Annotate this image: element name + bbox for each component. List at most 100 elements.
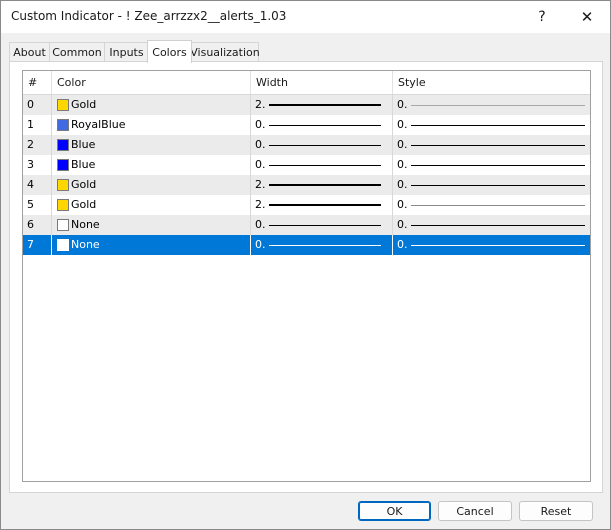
style-value: 0. [397, 198, 408, 211]
style-cell[interactable]: 0. [393, 155, 590, 175]
close-icon: ✕ [580, 8, 594, 26]
table-row[interactable]: 2 Blue 0. 0. [23, 135, 590, 155]
width-line-preview [269, 104, 381, 106]
tab-visualization-label: Visualization [190, 46, 260, 59]
width-line-preview [269, 165, 381, 166]
header-color[interactable]: Color [52, 71, 251, 94]
color-cell[interactable]: Gold [52, 95, 251, 115]
width-line-preview [269, 245, 381, 246]
width-cell[interactable]: 0. [251, 215, 393, 235]
style-cell[interactable]: 0. [393, 195, 590, 215]
tab-about[interactable]: About [9, 42, 50, 62]
style-cell[interactable]: 0. [393, 95, 590, 115]
help-button[interactable]: ? [519, 1, 565, 33]
color-swatch [57, 99, 69, 111]
help-icon: ? [538, 9, 546, 25]
style-cell[interactable]: 0. [393, 135, 590, 155]
width-value: 2. [255, 198, 266, 211]
row-number: 1 [23, 115, 52, 135]
style-value: 0. [397, 218, 408, 231]
style-cell[interactable]: 0. [393, 115, 590, 135]
table-row[interactable]: 0 Gold 2. 0. [23, 95, 590, 115]
tab-inputs-label: Inputs [109, 46, 144, 59]
style-value: 0. [397, 238, 408, 251]
width-line-preview [269, 145, 381, 146]
color-name: Gold [71, 198, 97, 211]
style-value: 0. [397, 178, 408, 191]
style-cell[interactable]: 0. [393, 215, 590, 235]
header-width[interactable]: Width [251, 71, 393, 94]
color-cell[interactable]: RoyalBlue [52, 115, 251, 135]
table-row-selected[interactable]: 7 None 0. 0. [23, 235, 590, 255]
width-cell[interactable]: 0. [251, 135, 393, 155]
row-number: 3 [23, 155, 52, 175]
row-number: 7 [23, 235, 52, 255]
color-swatch [57, 199, 69, 211]
width-value: 2. [255, 178, 266, 191]
color-cell[interactable]: Gold [52, 175, 251, 195]
color-name: Gold [71, 178, 97, 191]
style-line-preview [411, 245, 585, 246]
colors-tab-panel: # Color Width Style 0 Gold 2. 0. 1 Royal… [9, 61, 603, 493]
width-line-preview [269, 184, 381, 186]
tab-colors[interactable]: Colors [147, 40, 192, 63]
style-line-preview [411, 125, 585, 126]
color-name: RoyalBlue [71, 118, 126, 131]
color-name: Gold [71, 98, 97, 111]
table-row[interactable]: 3 Blue 0. 0. [23, 155, 590, 175]
tab-inputs[interactable]: Inputs [104, 42, 149, 62]
width-value: 2. [255, 98, 266, 111]
table-row[interactable]: 5 Gold 2. 0. [23, 195, 590, 215]
width-value: 0. [255, 138, 266, 151]
width-cell[interactable]: 0. [251, 115, 393, 135]
table-row[interactable]: 4 Gold 2. 0. [23, 175, 590, 195]
color-cell[interactable]: Blue [52, 135, 251, 155]
tab-common[interactable]: Common [49, 42, 105, 62]
width-cell[interactable]: 0. [251, 155, 393, 175]
header-number[interactable]: # [23, 71, 52, 94]
style-value: 0. [397, 118, 408, 131]
close-button[interactable]: ✕ [564, 1, 610, 33]
width-value: 0. [255, 238, 266, 251]
style-line-preview [411, 205, 585, 206]
grid-header: # Color Width Style [23, 71, 590, 95]
style-line-preview [411, 185, 585, 186]
color-cell[interactable]: None [52, 215, 251, 235]
style-line-preview [411, 225, 585, 226]
width-cell[interactable]: 2. [251, 175, 393, 195]
width-line-preview [269, 204, 381, 206]
tab-visualization[interactable]: Visualization [190, 42, 260, 62]
style-cell[interactable]: 0. [393, 175, 590, 195]
style-line-preview [411, 145, 585, 146]
color-swatch [57, 239, 69, 251]
width-line-preview [269, 225, 381, 226]
cancel-button[interactable]: Cancel [438, 501, 512, 521]
style-cell[interactable]: 0. [393, 235, 590, 255]
color-cell[interactable]: Gold [52, 195, 251, 215]
width-cell[interactable]: 2. [251, 195, 393, 215]
color-swatch [57, 179, 69, 191]
reset-button[interactable]: Reset [519, 501, 593, 521]
ok-button[interactable]: OK [358, 501, 431, 521]
tab-about-label: About [13, 46, 46, 59]
color-name: Blue [71, 158, 96, 171]
style-line-preview [411, 165, 585, 166]
colors-grid: # Color Width Style 0 Gold 2. 0. 1 Royal… [22, 70, 591, 482]
color-cell[interactable]: Blue [52, 155, 251, 175]
style-line-preview [411, 105, 585, 106]
table-row[interactable]: 6 None 0. 0. [23, 215, 590, 235]
color-name: None [71, 218, 100, 231]
width-value: 0. [255, 218, 266, 231]
color-swatch [57, 139, 69, 151]
width-cell[interactable]: 0. [251, 235, 393, 255]
color-swatch [57, 219, 69, 231]
table-row[interactable]: 1 RoyalBlue 0. 0. [23, 115, 590, 135]
header-style[interactable]: Style [393, 71, 590, 94]
color-swatch [57, 119, 69, 131]
width-cell[interactable]: 2. [251, 95, 393, 115]
title-bar[interactable]: Custom Indicator - ! Zee_arrzzx2__alerts… [1, 1, 610, 33]
custom-indicator-dialog: Custom Indicator - ! Zee_arrzzx2__alerts… [0, 0, 611, 530]
color-cell[interactable]: None [52, 235, 251, 255]
color-name: None [71, 238, 100, 251]
row-number: 0 [23, 95, 52, 115]
